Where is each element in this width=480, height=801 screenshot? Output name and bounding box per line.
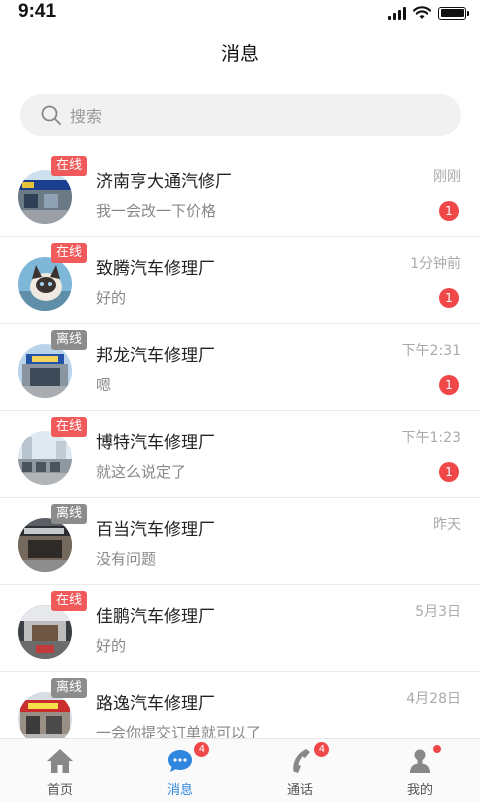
tab-calls-label: 通话 xyxy=(286,783,313,798)
tab-bar: 首页 4 消息 4 通话 我的 xyxy=(0,738,480,801)
status-bar: 9:41 xyxy=(0,0,480,30)
page-title: 消息 xyxy=(220,43,259,65)
online-status-tag: 在线 xyxy=(51,591,87,611)
tab-messages-label: 消息 xyxy=(166,783,193,798)
header: 消息 xyxy=(0,30,480,82)
message-preview: 我一会改一下价格 xyxy=(96,202,217,220)
message-preview: 嗯 xyxy=(96,376,112,394)
conversation-list: 在线 济南亨大通汽修厂 我一会改一下价格 刚刚 1 在线 致腾汽车修理厂 好的 … xyxy=(0,150,480,759)
avatar xyxy=(18,518,72,572)
search-icon xyxy=(41,105,61,125)
avatar xyxy=(18,431,72,485)
unread-badge: 1 xyxy=(439,288,459,308)
unread-badge: 1 xyxy=(439,462,459,482)
unread-badge: 1 xyxy=(439,375,459,395)
conversation-name: 佳鹏汽车修理厂 xyxy=(96,607,215,627)
tab-home[interactable]: 首页 xyxy=(0,739,120,801)
conversation-item[interactable]: 在线 博特汽车修理厂 就这么说定了 下午1:23 1 xyxy=(0,411,480,498)
tab-messages[interactable]: 4 消息 xyxy=(120,739,240,801)
offline-status-tag: 离线 xyxy=(51,504,87,524)
offline-status-tag: 离线 xyxy=(51,330,87,350)
tab-home-label: 首页 xyxy=(46,783,73,798)
status-time: 9:41 xyxy=(18,1,57,22)
user-icon xyxy=(410,749,430,773)
message-preview: 好的 xyxy=(96,289,127,307)
conversation-name: 路逸汽车修理厂 xyxy=(96,694,215,714)
avatar xyxy=(18,170,72,224)
wifi-icon xyxy=(413,6,431,19)
message-time: 刚刚 xyxy=(433,169,461,185)
unread-badge: 1 xyxy=(439,201,459,221)
message-preview: 就这么说定了 xyxy=(96,463,187,481)
conversation-item[interactable]: 在线 济南亨大通汽修厂 我一会改一下价格 刚刚 1 xyxy=(0,150,480,237)
avatar xyxy=(18,605,72,659)
tab-messages-badge: 4 xyxy=(194,742,210,757)
message-time: 1分钟前 xyxy=(410,256,461,272)
avatar xyxy=(18,344,72,398)
message-time: 下午1:23 xyxy=(401,430,461,446)
message-time: 5月3日 xyxy=(415,604,461,620)
offline-status-tag: 离线 xyxy=(51,678,87,698)
conversation-item[interactable]: 离线 百当汽车修理厂 没有问题 昨天 xyxy=(0,498,480,585)
message-preview: 好的 xyxy=(96,637,127,655)
search-placeholder: 搜索 xyxy=(70,107,103,126)
conversation-name: 致腾汽车修理厂 xyxy=(96,259,215,279)
conversation-name: 邦龙汽车修理厂 xyxy=(96,346,215,366)
home-icon xyxy=(47,749,73,773)
conversation-name: 百当汽车修理厂 xyxy=(96,520,215,540)
conversation-name: 济南亨大通汽修厂 xyxy=(96,172,232,192)
search-bar[interactable]: 搜索 xyxy=(20,94,461,136)
online-status-tag: 在线 xyxy=(51,417,87,437)
phone-icon xyxy=(293,749,310,773)
cellular-signal-icon xyxy=(388,6,406,20)
tab-mine-notification-dot xyxy=(433,745,442,753)
tab-mine-label: 我的 xyxy=(406,783,433,798)
battery-icon xyxy=(438,6,469,20)
message-preview: 没有问题 xyxy=(96,550,157,568)
chat-icon xyxy=(168,750,192,772)
conversation-item[interactable]: 在线 佳鹏汽车修理厂 好的 5月3日 xyxy=(0,585,480,672)
message-time: 下午2:31 xyxy=(401,343,461,359)
tab-mine[interactable]: 我的 xyxy=(360,739,480,801)
online-status-tag: 在线 xyxy=(51,156,87,176)
online-status-tag: 在线 xyxy=(51,243,87,263)
message-time: 4月28日 xyxy=(406,691,461,707)
tab-calls-badge: 4 xyxy=(314,742,330,757)
conversation-item[interactable]: 在线 致腾汽车修理厂 好的 1分钟前 1 xyxy=(0,237,480,324)
message-time: 昨天 xyxy=(433,517,461,533)
conversation-name: 博特汽车修理厂 xyxy=(96,433,215,453)
conversation-item[interactable]: 离线 邦龙汽车修理厂 嗯 下午2:31 1 xyxy=(0,324,480,411)
avatar xyxy=(18,257,72,311)
tab-calls[interactable]: 4 通话 xyxy=(240,739,360,801)
